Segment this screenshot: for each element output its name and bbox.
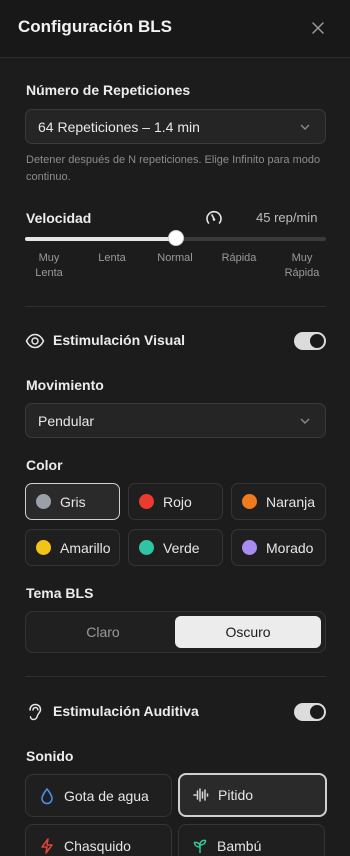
sonido-option-gota-de-agua[interactable]: Gota de agua — [25, 774, 172, 817]
water-drop-icon — [41, 787, 53, 804]
auditiva-section-header: Estimulación Auditiva — [25, 700, 326, 724]
bls-settings-panel: Configuración BLS Número de Repeticiones… — [0, 0, 350, 856]
color-option-naranja[interactable]: Naranja — [231, 483, 326, 520]
velocidad-slider-thumb[interactable] — [167, 230, 184, 246]
divider — [25, 676, 326, 677]
repeticiones-label: Número de Repeticiones — [26, 82, 191, 98]
color-option-label: Amarillo — [60, 539, 111, 556]
velocidad-label: Velocidad — [26, 210, 92, 226]
auditiva-label: Estimulación Auditiva — [53, 703, 199, 719]
gauge-icon — [206, 210, 222, 224]
color-swatch-icon — [139, 540, 154, 555]
toggle-knob — [310, 334, 324, 348]
auditiva-toggle[interactable] — [294, 703, 326, 721]
sonido-label: Sonido — [26, 748, 74, 764]
sonido-option-label: Pitido — [218, 787, 254, 803]
sonido-option-chasquido[interactable]: Chasquido — [25, 824, 172, 856]
lightning-icon — [41, 837, 53, 854]
velocidad-slider-fill — [25, 237, 176, 241]
sonido-option-label: Gota de agua — [64, 787, 149, 804]
color-label: Color — [26, 457, 63, 473]
color-option-amarillo[interactable]: Amarillo — [25, 529, 120, 566]
velocidad-tick-label: Muy Lenta — [35, 252, 63, 279]
movimiento-label: Movimiento — [26, 377, 104, 393]
eye-icon — [25, 333, 45, 349]
tema-segmented-control: Claro Oscuro — [25, 611, 326, 653]
color-swatch-icon — [36, 494, 51, 509]
color-option-morado[interactable]: Morado — [231, 529, 326, 566]
color-swatch-icon — [36, 540, 51, 555]
close-icon — [312, 22, 324, 34]
movimiento-selected: Pendular — [38, 412, 95, 429]
visual-section-header: Estimulación Visual — [25, 329, 326, 353]
velocidad-tick-label: Normal — [157, 252, 193, 264]
color-option-gris[interactable]: Gris — [25, 483, 120, 520]
sonido-option-label: Bambú — [217, 837, 262, 854]
close-button[interactable] — [306, 16, 330, 40]
color-swatch-icon — [242, 494, 257, 509]
color-option-label: Naranja — [266, 493, 316, 510]
velocidad-value: 45 rep/min — [256, 210, 318, 225]
color-option-label: Rojo — [163, 493, 192, 510]
ear-icon — [29, 703, 42, 721]
velocidad-tick-label: Lenta — [98, 252, 126, 264]
sonido-option-pitido[interactable]: Pitido — [178, 773, 327, 817]
repeticiones-select[interactable]: 64 Repeticiones – 1.4 min — [25, 109, 326, 144]
chevron-down-icon — [300, 124, 310, 130]
color-option-label: Gris — [60, 493, 86, 510]
color-option-label: Verde — [163, 539, 200, 556]
toggle-knob — [310, 705, 324, 719]
color-option-rojo[interactable]: Rojo — [128, 483, 223, 520]
velocidad-tick-label: Muy Rápida — [284, 252, 320, 279]
visual-toggle[interactable] — [294, 332, 326, 350]
color-swatch-icon — [242, 540, 257, 555]
sonido-option-label: Chasquido — [64, 837, 131, 854]
chevron-down-icon — [300, 418, 310, 424]
color-option-label: Morado — [266, 539, 314, 556]
panel-header: Configuración BLS — [0, 0, 350, 58]
repeticiones-help: Detener después de N repeticiones. Elige… — [26, 154, 321, 183]
velocidad-tick-label: Rápida — [221, 252, 257, 264]
movimiento-select[interactable]: Pendular — [25, 403, 326, 438]
sonido-option-bambú[interactable]: Bambú — [178, 824, 325, 856]
repeticiones-selected: 64 Repeticiones – 1.4 min — [38, 118, 200, 135]
divider — [25, 306, 326, 307]
sprout-icon — [193, 839, 207, 853]
tema-option-oscuro[interactable]: Oscuro — [175, 616, 321, 648]
color-swatch-icon — [139, 494, 154, 509]
tema-label: Tema BLS — [26, 585, 94, 601]
panel-title: Configuración BLS — [18, 17, 172, 36]
tema-option-claro[interactable]: Claro — [30, 616, 176, 648]
color-option-verde[interactable]: Verde — [128, 529, 223, 566]
waveform-icon — [193, 788, 209, 802]
visual-label: Estimulación Visual — [53, 332, 186, 348]
